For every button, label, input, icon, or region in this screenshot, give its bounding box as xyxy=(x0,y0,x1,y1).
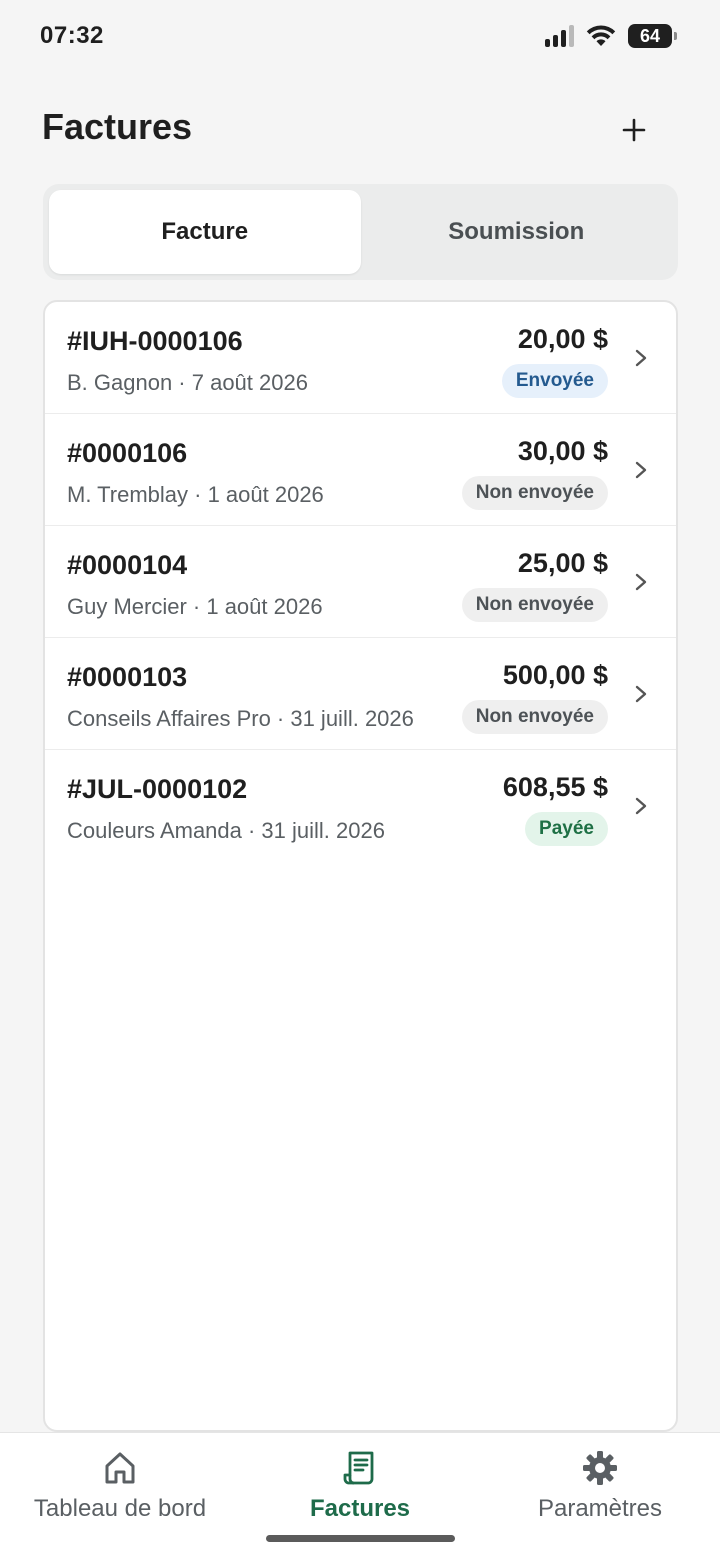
invoice-client-date: B. Gagnon · 7 août 2026 xyxy=(67,370,308,395)
nav-item-dashboard[interactable]: Tableau de bord xyxy=(0,1433,240,1560)
invoice-client-date: Conseils Affaires Pro · 31 juill. 2026 xyxy=(67,706,414,731)
chevron-right-icon xyxy=(635,461,647,479)
invoice-amount: 25,00 $ xyxy=(517,548,608,578)
tab-soumission[interactable]: Soumission xyxy=(361,190,673,274)
battery-level: 64 xyxy=(639,25,661,46)
invoice-number: #IUH-0000106 xyxy=(67,326,243,356)
invoice-row[interactable]: #0000103 Conseils Affaires Pro · 31 juil… xyxy=(45,638,676,750)
header: Factures xyxy=(0,100,720,160)
chevron-right-icon xyxy=(635,685,647,703)
chevron-right-icon xyxy=(635,797,647,815)
invoice-client-date: M. Tremblay · 1 août 2026 xyxy=(67,482,324,507)
status-badge: Envoyée xyxy=(501,364,608,398)
invoice-number: #JUL-0000102 xyxy=(67,774,248,804)
status-badge: Non envoyée xyxy=(461,700,608,734)
home-icon xyxy=(105,1452,135,1484)
plus-icon xyxy=(622,118,646,142)
nav-item-settings[interactable]: Paramètres xyxy=(480,1433,720,1560)
tab-facture[interactable]: Facture xyxy=(49,190,361,274)
nav-label: Factures xyxy=(309,1495,411,1522)
status-badge: Non envoyée xyxy=(461,588,608,622)
invoice-list: #IUH-0000106 B. Gagnon · 7 août 2026 20,… xyxy=(43,300,678,1432)
wifi-icon xyxy=(586,25,616,46)
battery-icon: 64 xyxy=(628,24,677,48)
cellular-signal-icon xyxy=(545,25,574,47)
chevron-right-icon xyxy=(635,573,647,591)
invoice-amount: 500,00 $ xyxy=(502,660,608,690)
chevron-right-icon xyxy=(635,349,647,367)
invoice-number: #0000106 xyxy=(67,438,188,468)
invoice-amount: 30,00 $ xyxy=(517,436,608,466)
nav-label: Paramètres xyxy=(537,1495,663,1522)
segmented-control: Facture Soumission xyxy=(43,184,678,280)
invoice-row[interactable]: #IUH-0000106 B. Gagnon · 7 août 2026 20,… xyxy=(45,302,676,414)
nav-label: Tableau de bord xyxy=(33,1495,207,1522)
status-badge: Payée xyxy=(525,812,608,846)
invoice-amount: 20,00 $ xyxy=(517,324,608,354)
invoice-client-date: Guy Mercier · 1 août 2026 xyxy=(67,594,323,619)
invoice-number: #0000103 xyxy=(67,662,188,692)
invoice-client-date: Couleurs Amanda · 31 juill. 2026 xyxy=(67,818,385,843)
invoice-amount: 608,55 $ xyxy=(502,772,608,802)
invoice-number: #0000104 xyxy=(67,550,188,580)
page-title: Factures xyxy=(42,106,193,147)
invoice-row[interactable]: #JUL-0000102 Couleurs Amanda · 31 juill.… xyxy=(45,750,676,862)
receipt-icon xyxy=(343,1451,374,1485)
invoice-row[interactable]: #0000104 Guy Mercier · 1 août 2026 25,00… xyxy=(45,526,676,638)
status-icons: 64 xyxy=(545,22,677,50)
status-badge: Non envoyée xyxy=(461,476,608,510)
add-invoice-button[interactable] xyxy=(614,110,654,150)
status-time: 07:32 xyxy=(40,22,104,49)
status-bar: 07:32 64 xyxy=(0,0,720,72)
home-indicator[interactable] xyxy=(266,1535,455,1542)
invoice-row[interactable]: #0000106 M. Tremblay · 1 août 2026 30,00… xyxy=(45,414,676,526)
gear-icon xyxy=(583,1451,617,1485)
